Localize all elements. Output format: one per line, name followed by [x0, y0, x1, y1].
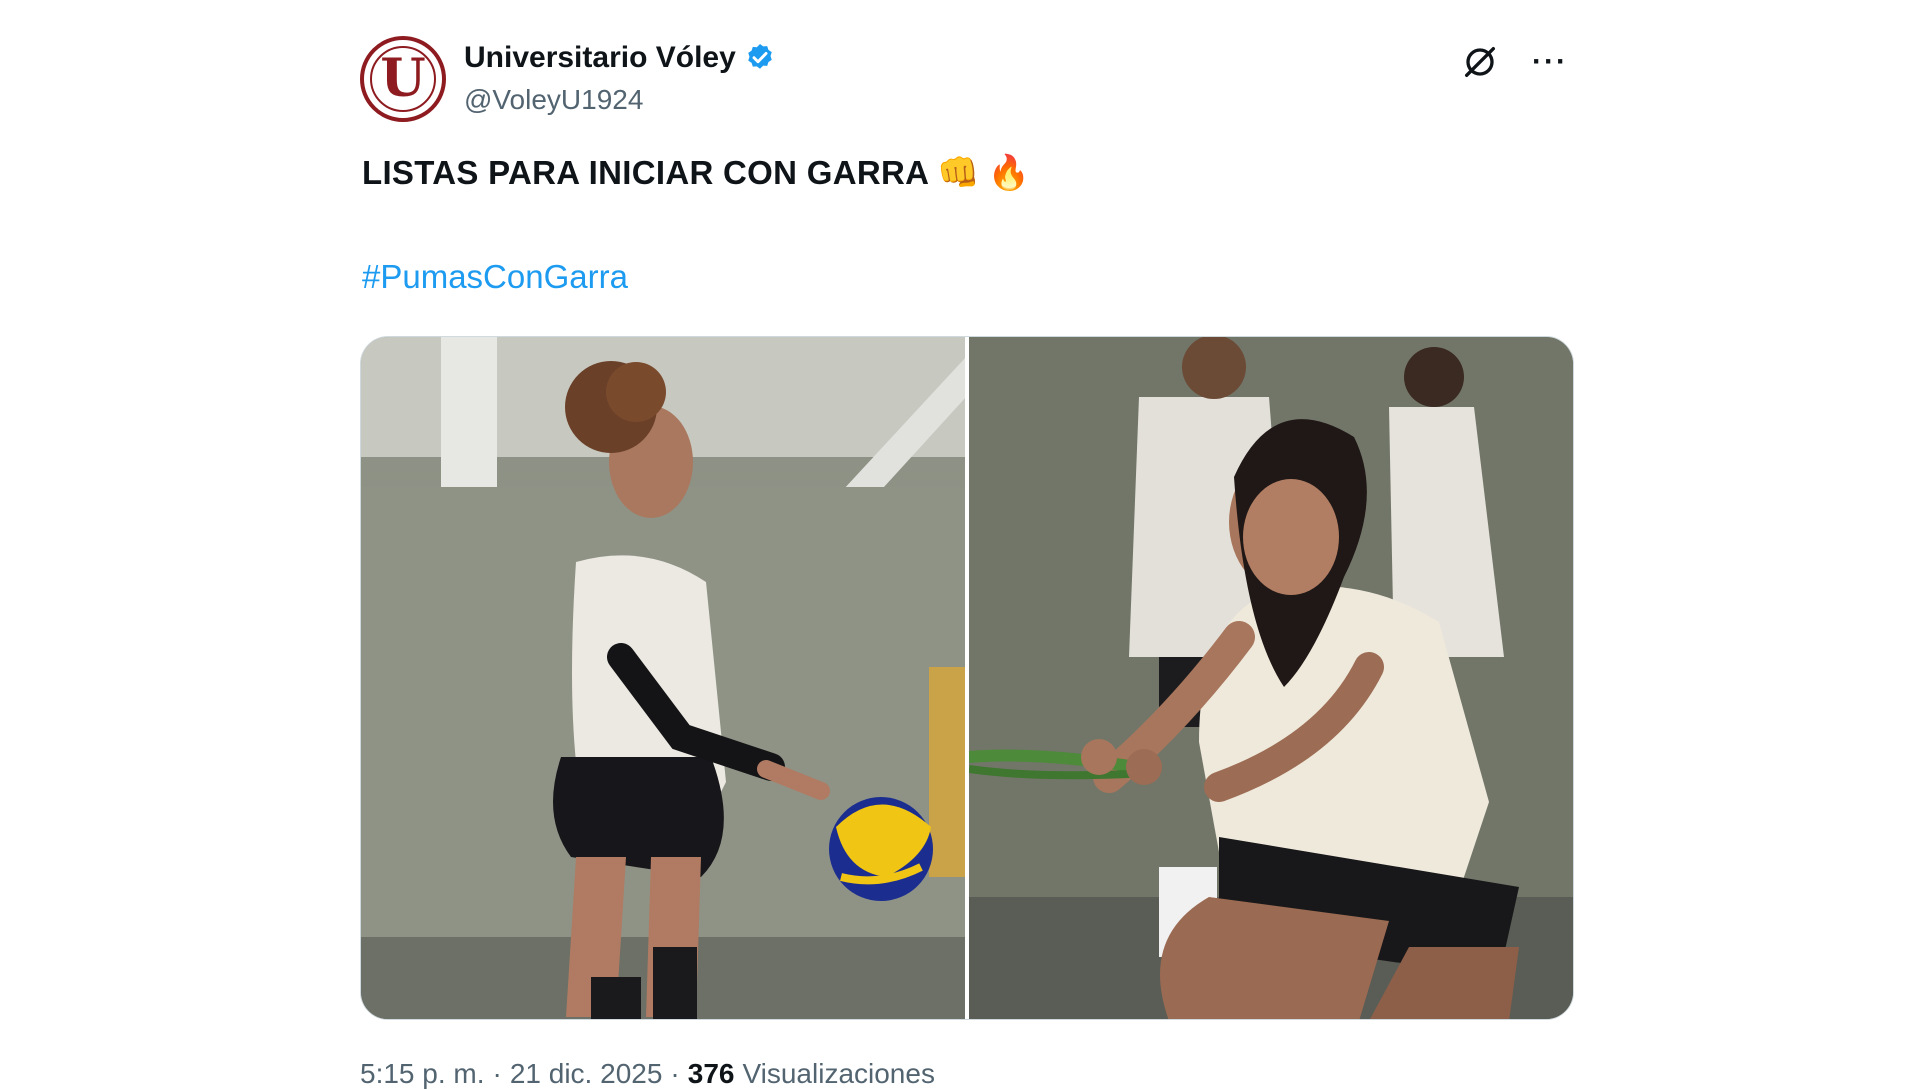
- meta-separator: ·: [670, 1058, 680, 1089]
- verified-badge-icon[interactable]: [744, 42, 776, 74]
- hashtag-link[interactable]: #PumasConGarra: [362, 258, 628, 296]
- tweet-time[interactable]: 5:15 p. m.: [360, 1058, 485, 1090]
- views-label: Visualizaciones: [742, 1058, 935, 1089]
- tweet: U Universitario Vóley @VoleyU1924 ··· LI…: [360, 34, 1574, 1089]
- more-options-button[interactable]: ···: [1526, 38, 1574, 86]
- fire-emoji: 🔥: [987, 154, 1031, 192]
- grok-icon[interactable]: [1456, 38, 1504, 86]
- media-grid: [360, 336, 1574, 1020]
- tweet-actions: ···: [1456, 38, 1574, 86]
- meta-separator: ·: [492, 1058, 502, 1089]
- tweet-meta: 5:15 p. m. · 21 dic. 2025 · 376 Visualiz…: [360, 1058, 935, 1090]
- handle[interactable]: @VoleyU1924: [464, 84, 643, 116]
- avatar-logo: U: [370, 46, 436, 112]
- volleyball-player-resistance-band-photo[interactable]: [969, 337, 1573, 1019]
- tweet-header: U Universitario Vóley @VoleyU1924 ···: [360, 34, 1574, 130]
- views-count[interactable]: 376: [688, 1058, 735, 1090]
- avatar[interactable]: U: [360, 36, 446, 122]
- tweet-text-body: LISTAS PARA INICIAR CON GARRA: [362, 154, 930, 191]
- display-name[interactable]: Universitario Vóley: [464, 41, 736, 75]
- volleyball-player-serving-photo[interactable]: [361, 337, 965, 1019]
- fist-emoji: 👊: [937, 154, 980, 192]
- tweet-text: LISTAS PARA INICIAR CON GARRA 👊 🔥: [362, 154, 1031, 192]
- tweet-date[interactable]: 21 dic. 2025: [510, 1058, 663, 1090]
- name-row: Universitario Vóley: [464, 40, 776, 76]
- more-icon: ···: [1532, 45, 1568, 78]
